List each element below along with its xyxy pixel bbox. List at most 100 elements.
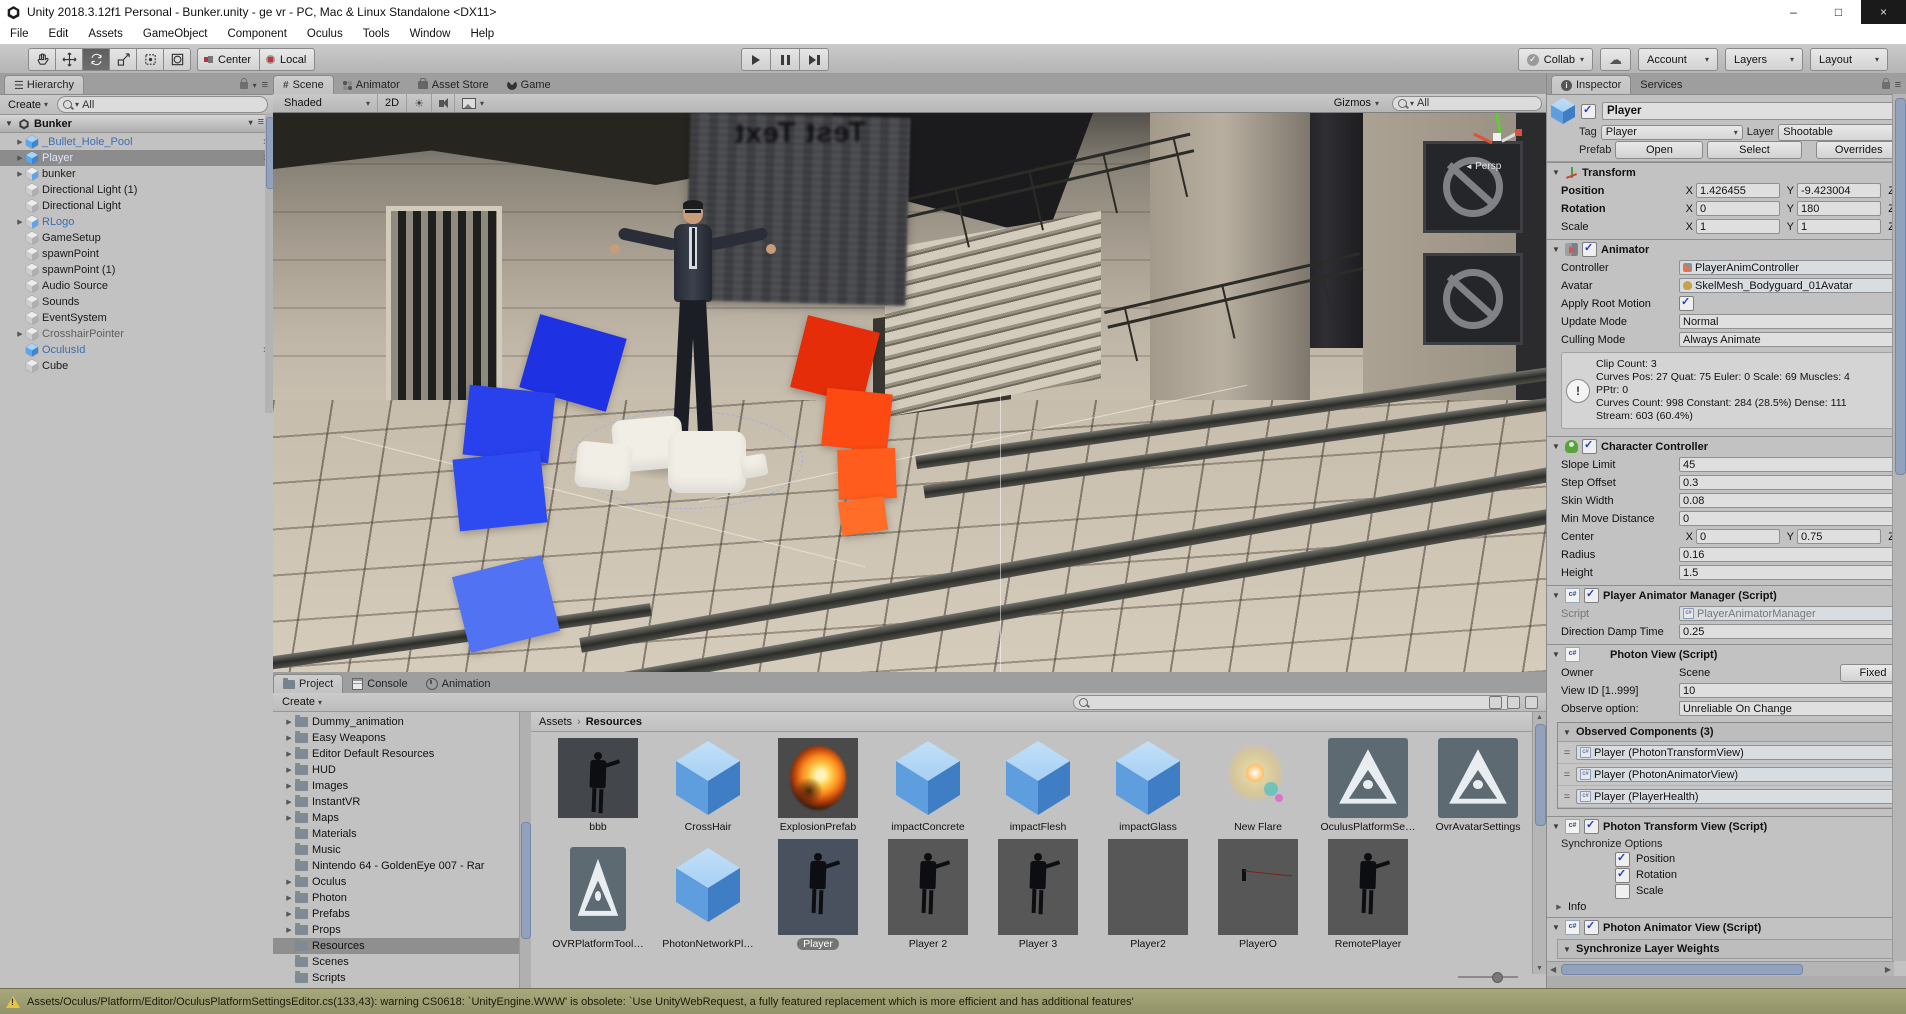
component-object-field[interactable]: c#Player (PlayerHealth) — [1576, 789, 1894, 804]
y-field[interactable]: 180 — [1797, 201, 1881, 216]
inspector-scrollbar[interactable] — [1892, 94, 1906, 961]
y-axis-icon[interactable] — [1495, 113, 1502, 134]
hierarchy-item[interactable]: ▶ CrosshairPointer — [0, 326, 273, 342]
rect-tool-button[interactable] — [136, 48, 163, 71]
scroll-left-icon[interactable]: ◀ — [1550, 965, 1556, 974]
thumbnail-size-slider[interactable] — [1458, 972, 1518, 982]
foldout-icon[interactable]: ▼ — [1551, 650, 1561, 659]
observed-component-row[interactable]: = c#Player (PlayerHealth) — [1558, 786, 1897, 808]
scroll-right-icon[interactable]: ▶ — [1885, 965, 1891, 974]
value-field[interactable]: 45 — [1679, 457, 1906, 472]
expand-arrow-icon[interactable]: ▶ — [283, 926, 295, 934]
info-foldout-label[interactable]: Info — [1568, 901, 1586, 913]
name-field[interactable]: Player — [1602, 102, 1902, 120]
damp-time-field[interactable]: 0.25 — [1679, 624, 1906, 639]
scene-viewport[interactable]: Test Text — [273, 113, 1546, 672]
asset-item[interactable]: impactGlass — [1093, 738, 1203, 833]
apply-root-motion-checkbox[interactable] — [1679, 296, 1694, 311]
asset-item[interactable]: New Flare — [1203, 738, 1313, 833]
expand-arrow-icon[interactable]: ▶ — [283, 910, 295, 918]
hierarchy-item[interactable]: spawnPoint — [0, 246, 273, 262]
x-field[interactable]: 0 — [1696, 529, 1780, 544]
observed-component-row[interactable]: = c#Player (PhotonTransformView) — [1558, 742, 1897, 764]
menu-item[interactable]: Window — [400, 24, 461, 44]
audio-toggle[interactable] — [432, 94, 455, 112]
hierarchy-item[interactable]: Sounds — [0, 294, 273, 310]
folder-row[interactable]: ▶ InstantVR — [273, 794, 519, 810]
value-field[interactable]: 0.08 — [1679, 493, 1906, 508]
asset-item[interactable]: Player — [763, 839, 873, 950]
asset-item[interactable]: OculusPlatformSe… — [1313, 738, 1423, 833]
x-axis-cube[interactable] — [1515, 129, 1522, 136]
panel-tab[interactable]: Project — [273, 674, 343, 693]
asset-item[interactable]: PhotonNetworkPl… — [653, 845, 763, 950]
hierarchy-item[interactable]: ▶ Player › — [0, 150, 273, 166]
expand-arrow-icon[interactable]: ▶ — [283, 814, 295, 822]
shading-mode-dropdown[interactable]: Shaded▾ — [277, 94, 378, 112]
scrollbar-thumb[interactable] — [1561, 964, 1803, 975]
hand-tool-button[interactable] — [28, 48, 55, 71]
scroll-down-icon[interactable]: ▼ — [1536, 965, 1543, 972]
avatar-object-field[interactable]: SkelMesh_Bodyguard_01Avatar — [1679, 278, 1906, 293]
sync-checkbox[interactable] — [1615, 884, 1630, 899]
observe-option-dropdown[interactable]: Unreliable On Change — [1679, 701, 1906, 716]
layer-dropdown[interactable]: Shootable — [1778, 124, 1902, 141]
panel-menu-icon[interactable]: ≡ — [262, 79, 267, 91]
close-button[interactable]: × — [1861, 0, 1906, 24]
account-dropdown[interactable]: Account▾ — [1638, 48, 1718, 71]
prefab-open-button[interactable]: Open — [1615, 141, 1703, 159]
expand-arrow-icon[interactable]: ▶ — [14, 170, 26, 178]
foldout-icon[interactable]: ▼ — [1551, 591, 1561, 600]
enabled-checkbox[interactable] — [1582, 439, 1597, 454]
panel-tab[interactable]: Console — [343, 675, 416, 693]
folder-row[interactable]: Scripts — [273, 970, 519, 986]
asset-item[interactable]: impactFlesh — [983, 738, 1093, 833]
layers-dropdown[interactable]: Layers▾ — [1725, 48, 1803, 71]
search-by-type-icon[interactable] — [1489, 696, 1502, 709]
view-tab[interactable]: # Scene — [273, 75, 334, 94]
enabled-checkbox[interactable] — [1584, 588, 1599, 603]
menu-item[interactable]: Oculus — [297, 24, 353, 44]
expand-arrow-icon[interactable]: ▶ — [283, 782, 295, 790]
expand-arrow-icon[interactable]: ▶ — [283, 734, 295, 742]
culling-mode-dropdown[interactable]: Always Animate — [1679, 332, 1906, 347]
pivot-mode-button[interactable]: Center — [197, 48, 259, 71]
x-field[interactable]: 1.426455 — [1696, 183, 1780, 198]
create-button[interactable]: Create▾ — [5, 99, 51, 111]
x-axis-icon[interactable] — [1473, 133, 1492, 144]
asset-item[interactable]: CrossHair — [653, 738, 763, 833]
drag-handle-icon[interactable]: = — [1561, 769, 1573, 781]
y-field[interactable]: 1 — [1797, 219, 1881, 234]
expand-arrow-icon[interactable]: ▶ — [14, 218, 26, 226]
expand-arrow-icon[interactable]: ▶ — [14, 154, 26, 162]
hierarchy-item[interactable]: Directional Light — [0, 198, 273, 214]
view-tab[interactable]: Asset Store — [409, 76, 498, 94]
panel-tab[interactable]: Animation — [417, 675, 500, 693]
scene-menu-icon[interactable]: ≡ — [258, 116, 263, 128]
tab-services[interactable]: Services — [1631, 76, 1691, 94]
tab-inspector[interactable]: iInspector — [1551, 75, 1631, 94]
folder-row[interactable]: Music — [273, 842, 519, 858]
play-button[interactable] — [741, 48, 770, 71]
menu-item[interactable]: Component — [217, 24, 296, 44]
minimize-button[interactable]: – — [1771, 0, 1816, 24]
asset-item[interactable]: ExplosionPrefab — [763, 738, 873, 833]
x-field[interactable]: 0 — [1696, 201, 1780, 216]
inspector-hscrollbar[interactable]: ◀▶ — [1547, 961, 1894, 976]
gizmos-dropdown[interactable]: Gizmos▾ — [1327, 97, 1386, 109]
folder-row[interactable]: ▶ Dummy_animation — [273, 714, 519, 730]
cloud-button[interactable]: ☁ — [1600, 48, 1631, 71]
lock-icon[interactable] — [240, 82, 248, 89]
tab-hierarchy[interactable]: ☰Hierarchy — [4, 75, 84, 94]
breadcrumb-current[interactable]: Resources — [586, 716, 642, 728]
hierarchy-item[interactable]: OculusId › — [0, 342, 273, 358]
rotate-tool-button[interactable] — [82, 48, 109, 71]
folder-row[interactable]: ▶ Editor Default Resources — [273, 746, 519, 762]
hierarchy-search-input[interactable]: ▾All — [57, 96, 268, 113]
folder-row[interactable]: ▶ Props — [273, 922, 519, 938]
value-field[interactable]: 0.3 — [1679, 475, 1906, 490]
asset-item[interactable]: Player 2 — [873, 839, 983, 950]
2d-toggle[interactable]: 2D — [378, 94, 407, 112]
sync-checkbox[interactable] — [1615, 852, 1630, 867]
controller-object-field[interactable]: PlayerAnimController — [1679, 260, 1906, 275]
